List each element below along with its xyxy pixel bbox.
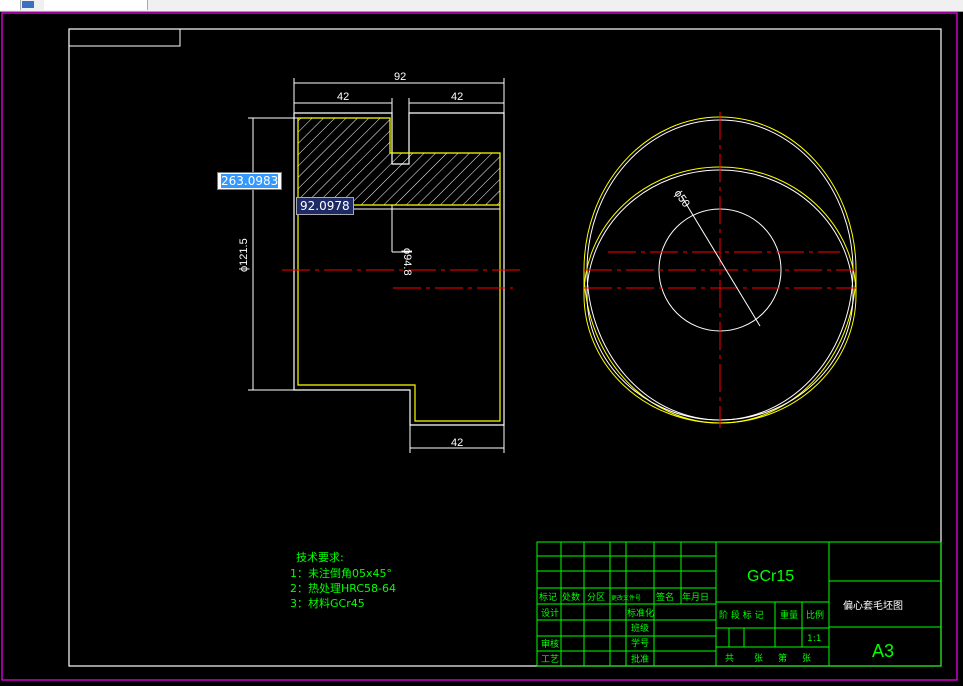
header-sign: 签名 bbox=[656, 591, 674, 603]
dim-bottom: 42 bbox=[451, 437, 463, 449]
dynamic-input-distance-value: 263.0983 bbox=[221, 174, 279, 188]
toolbar-segment[interactable] bbox=[0, 0, 21, 10]
sheet-total-label: 共 bbox=[725, 653, 734, 664]
header-zone: 分区 bbox=[587, 592, 605, 603]
dim-left: 42 bbox=[337, 91, 349, 103]
dynamic-input-distance[interactable]: 263.0983 bbox=[217, 172, 283, 190]
note-item: 2：热处理HRC58-64 bbox=[290, 582, 396, 595]
sheet-unit-label: 张 bbox=[802, 653, 811, 664]
dim-overall: 92 bbox=[394, 71, 406, 83]
hatch-left bbox=[298, 118, 390, 205]
label-review: 审核 bbox=[541, 638, 559, 650]
layout-icon[interactable] bbox=[22, 1, 34, 8]
label-approve: 批准 bbox=[631, 653, 649, 665]
corner-box bbox=[68, 28, 181, 47]
header-count: 处数 bbox=[562, 591, 580, 603]
drawing-canvas[interactable]: 92 42 42 42 ϕ121.5 ϕ94.8 ϕ50 技术要求: 1：未注倒… bbox=[0, 11, 963, 686]
dim-right: 42 bbox=[451, 91, 463, 103]
label-class: 班级 bbox=[631, 622, 649, 634]
dim-outer-diameter: ϕ121.5 bbox=[238, 238, 250, 272]
drawing-border bbox=[68, 28, 942, 667]
notes-title: 技术要求: bbox=[296, 551, 344, 564]
label-student-no: 学号 bbox=[631, 637, 649, 649]
note-item: 3：材料GCr45 bbox=[290, 596, 365, 610]
command-field[interactable] bbox=[44, 0, 148, 10]
label-stage-mark: 阶 段 标 记 bbox=[719, 609, 764, 621]
sheet-unit-label: 张 bbox=[754, 653, 763, 664]
label-design: 设计 bbox=[541, 607, 559, 619]
header-date: 年月日 bbox=[682, 591, 709, 603]
label-weight: 重量 bbox=[780, 609, 798, 621]
label-standard: 标准化 bbox=[627, 607, 654, 619]
label-scale: 比例 bbox=[806, 609, 824, 621]
drawing-name: 偏心套毛坯图 bbox=[843, 599, 903, 612]
header-change-doc: 更改文件号 bbox=[611, 594, 641, 602]
sheet-size: A3 bbox=[872, 641, 894, 661]
label-process: 工艺 bbox=[541, 654, 559, 665]
dim-inner-diameter: ϕ94.8 bbox=[401, 248, 413, 276]
header-mark: 标记 bbox=[539, 591, 557, 603]
dynamic-input-angle[interactable]: 92.0978 bbox=[296, 197, 354, 215]
material-label: GCr15 bbox=[747, 568, 794, 585]
dim-circle-diameter: ϕ50 bbox=[672, 188, 692, 210]
end-view bbox=[583, 112, 857, 428]
scale-value: 1:1 bbox=[807, 634, 821, 644]
hatch-right bbox=[390, 153, 500, 205]
sheet-number-label: 第 bbox=[778, 652, 787, 664]
note-item: 1：未注倒角05x45° bbox=[290, 566, 392, 580]
technical-notes: 技术要求: 1：未注倒角05x45° 2：热处理HRC58-64 3：材料GCr… bbox=[290, 551, 396, 610]
